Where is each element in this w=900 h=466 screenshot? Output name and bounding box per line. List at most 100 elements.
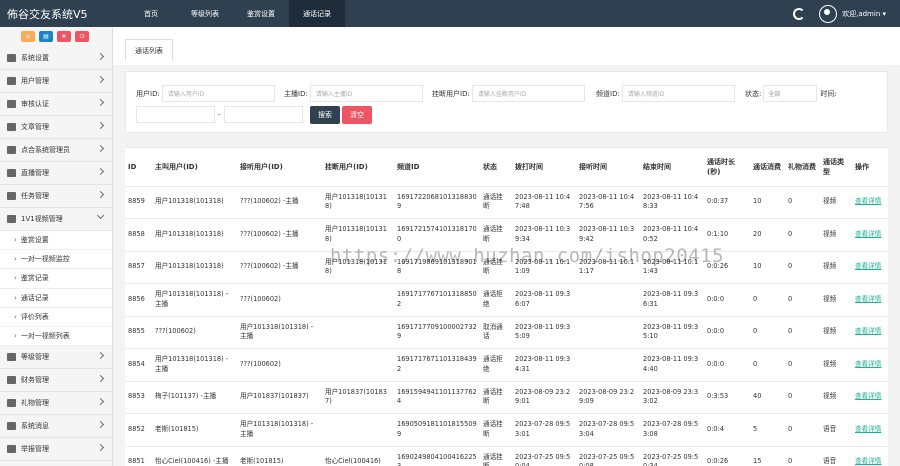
table-cell: 2023-08-09 23:29:09 — [576, 381, 640, 414]
sidebar-item-admins[interactable]: 点合系统管理员 — [0, 139, 112, 162]
view-details-link[interactable]: 查看详情 — [855, 230, 881, 238]
sub-item-reviews[interactable]: › 评价列表 — [0, 307, 112, 327]
view-details-link[interactable]: 查看详情 — [855, 457, 881, 465]
chevron-right-icon — [96, 98, 105, 107]
tab-appraisal-settings[interactable]: 鉴赏设置 — [233, 0, 289, 27]
table-cell: 通话拒绝 — [480, 348, 512, 382]
chevron-right-icon — [96, 421, 105, 429]
col-header-caller: 主叫用户(ID) — [152, 148, 237, 187]
bell-icon — [7, 422, 16, 431]
table-cell: 5 — [750, 413, 785, 447]
user-menu[interactable]: 欢迎,admin ▾ — [842, 9, 886, 19]
camera-icon — [7, 215, 16, 223]
avatar[interactable] — [819, 4, 838, 23]
table-cell: 0 — [785, 316, 820, 349]
clear-button[interactable]: 清空 — [342, 106, 372, 124]
table-cell: 2023-07-28 09:53:04 — [576, 413, 640, 447]
sub-item-video-monitor[interactable]: › 一对一视频监控 — [0, 250, 112, 270]
col-header-duration: 通话时长(秒) — [704, 148, 750, 187]
table-cell: 2023-08-11 09:34:40 — [640, 348, 704, 382]
table-cell: 0 — [785, 381, 820, 414]
status-select[interactable]: 全部 — [763, 85, 818, 102]
power-icon[interactable]: ⏻ — [75, 31, 89, 42]
table-cell: 0:0:0 — [704, 283, 750, 317]
table-cell: 2023-08-09 23:33:02 — [640, 381, 704, 414]
home-icon[interactable]: ⌂ — [21, 31, 35, 42]
col-header-status: 状态 — [480, 148, 512, 187]
sidebar-item-levels[interactable]: 等级管理 — [0, 346, 112, 370]
sub-item-appraisal-settings[interactable]: › 鉴赏设置 — [0, 231, 112, 251]
chevron-right-icon — [96, 144, 105, 153]
user-icon — [7, 146, 16, 154]
table-row: 8852 老斯(101815) 用户101318(101318) -主播 169050… — [125, 413, 888, 447]
hangup-id-input[interactable]: 请输入挂断用户ID — [471, 85, 585, 102]
view-details-link[interactable]: 查看详情 — [855, 360, 881, 368]
sidebar-item-articles[interactable]: 文章管理 — [0, 116, 112, 139]
tab-call-list[interactable]: 通话列表 — [125, 39, 173, 61]
sidebar-item-messages[interactable]: 系统消息 — [0, 415, 112, 439]
table-cell: 视频 — [820, 186, 852, 219]
view-details-link[interactable]: 查看详情 — [855, 425, 881, 433]
table-cell: 8856 — [125, 283, 152, 317]
view-details-link[interactable]: 查看详情 — [855, 392, 881, 400]
sidebar-item-verification[interactable]: 审核认证 — [0, 93, 112, 116]
sidebar-item-label: 文章管理 — [21, 123, 49, 131]
table-cell: 10 — [750, 251, 785, 284]
anchor-id-label: 主播ID: — [284, 89, 308, 98]
table-cell: 8854 — [125, 348, 152, 382]
table-cell: 0:0:0 — [704, 348, 750, 382]
table-cell: 8855 — [125, 316, 152, 349]
table-cell: 8857 — [125, 251, 152, 284]
watermark: https://www.huzhan.com/ishop20415 — [330, 245, 724, 267]
sidebar-item-label: 等级管理 — [21, 353, 49, 362]
sub-item-call-records[interactable]: › 通话记录 — [0, 288, 112, 308]
sidebar-item-user-management[interactable]: 用户管理 — [0, 70, 112, 93]
view-details-link[interactable]: 查看详情 — [855, 262, 881, 270]
sub-item-label: 一对一视频列表 — [20, 332, 70, 341]
user-id-input[interactable]: 请输入用户ID — [161, 85, 275, 102]
table-cell: 语音 — [820, 446, 852, 466]
tab-call-records[interactable]: 通话记录 — [289, 0, 345, 27]
sub-item-label: 鉴赏记录 — [20, 274, 49, 283]
sidebar-item-reports[interactable]: 举报管理 — [0, 438, 112, 462]
tab-home[interactable]: 首页 — [125, 0, 177, 27]
status-label: 状态: — [745, 89, 762, 98]
view-details-link[interactable]: 查看详情 — [855, 197, 881, 205]
view-details-link[interactable]: 查看详情 — [855, 327, 881, 335]
star-icon[interactable]: ★ — [57, 31, 71, 42]
sidebar-item-live[interactable]: 直播管理 — [0, 162, 112, 185]
table-cell: 视频 — [820, 348, 852, 382]
sidebar-item-1v1-video[interactable]: 1V1视频管理 — [0, 208, 112, 231]
table-cell: 0 — [785, 283, 820, 317]
table-cell: 10 — [750, 186, 785, 219]
sub-item-appraisal-records[interactable]: › 鉴赏记录 — [0, 269, 112, 289]
sidebar-item-finance[interactable]: 财务管理 — [0, 369, 112, 393]
table-cell: 8852 — [125, 413, 152, 447]
gear-icon — [7, 54, 16, 62]
chevron-right-icon — [96, 75, 105, 84]
tab-level-list[interactable]: 等级列表 — [177, 0, 233, 27]
table-cell-action: 查看详情 — [852, 218, 888, 252]
sidebar-item-tasks[interactable]: 任务管理 — [0, 185, 112, 208]
table-cell: 16917176711013184392 — [394, 348, 480, 382]
table-cell-action: 查看详情 — [852, 446, 888, 466]
table-cell: 2023-08-11 09:35:10 — [640, 316, 704, 349]
end-time-input[interactable] — [223, 106, 303, 123]
table-cell: 2023-08-11 10:48:33 — [640, 186, 704, 219]
chevron-right-icon — [96, 398, 105, 406]
sidebar-item-label: 财务管理 — [21, 376, 49, 385]
search-button[interactable]: 搜索 — [310, 106, 340, 124]
top-right-area: 欢迎,admin ▾ — [793, 0, 900, 27]
refresh-icon[interactable] — [793, 7, 806, 20]
table-cell: 0:0:37 — [704, 186, 750, 219]
anchor-id-input[interactable]: 请输入主播ID — [309, 85, 423, 102]
document-icon[interactable]: ▤ — [39, 31, 53, 42]
sub-item-video-list[interactable]: › 一对一视频列表 — [0, 326, 112, 347]
sidebar-item-system-settings[interactable]: 系统设置 — [0, 47, 112, 70]
table-cell: 怡心Ciel(100416) — [322, 446, 394, 466]
start-time-input[interactable] — [136, 106, 215, 123]
table-cell: 20 — [750, 218, 785, 252]
sidebar-item-gifts[interactable]: 礼物管理 — [0, 392, 112, 416]
view-details-link[interactable]: 查看详情 — [855, 295, 881, 303]
channel-id-input[interactable]: 请输入频道ID — [621, 85, 735, 102]
